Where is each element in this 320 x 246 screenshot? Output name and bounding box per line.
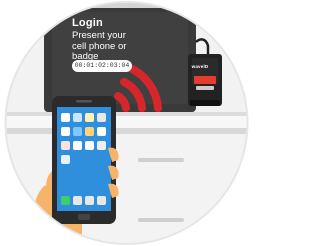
desk: [5, 112, 248, 244]
login-title: Login: [72, 17, 103, 29]
tag-id-field: 00:01:02:03:04: [72, 60, 132, 72]
drawer-line-2: [138, 218, 184, 222]
card-reader-icon: [188, 54, 222, 106]
smartphone-icon: [52, 96, 116, 224]
login-prompt: Present your cell phone or badge: [72, 30, 127, 62]
reader-brand-label: wavelD: [191, 64, 209, 69]
drawer-line-1: [138, 158, 184, 162]
